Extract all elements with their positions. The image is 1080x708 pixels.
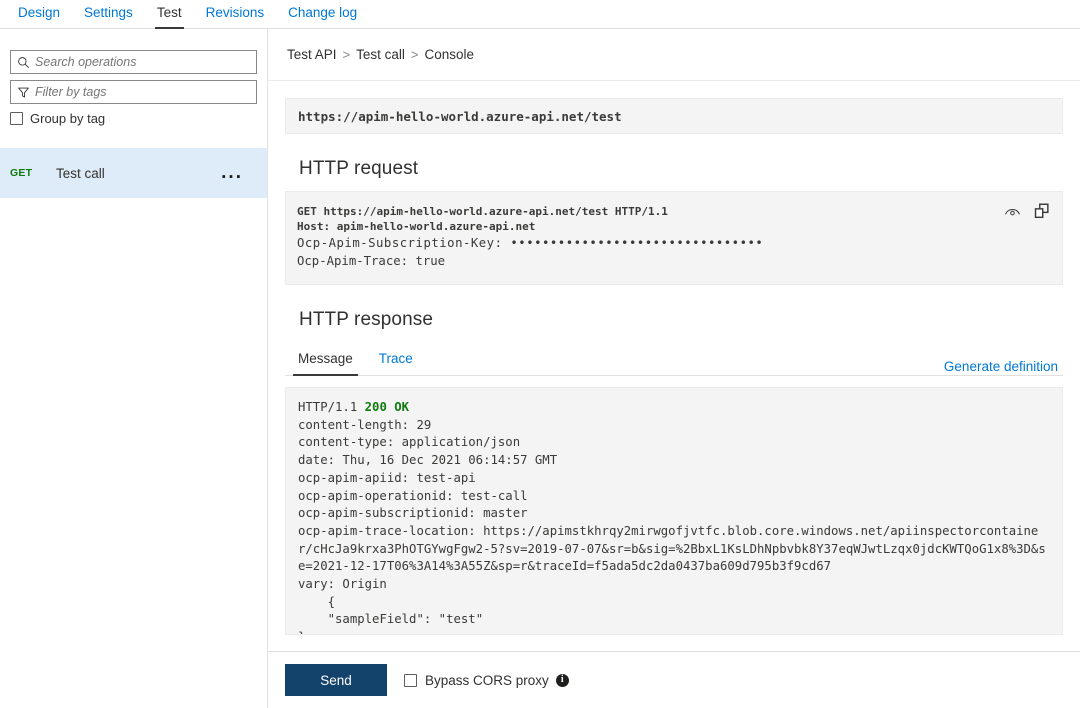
response-header-content-length: content-length: 29 xyxy=(298,417,432,432)
request-line-host: Host: apim-hello-world.azure-api.net xyxy=(297,220,536,233)
tab-design[interactable]: Design xyxy=(6,0,72,29)
operation-name: Test call xyxy=(56,165,105,181)
response-status-prefix: HTTP/1.1 xyxy=(298,400,365,414)
filter-by-tags-field[interactable] xyxy=(10,80,257,104)
group-by-tag-label: Group by tag xyxy=(30,111,106,126)
tab-trace[interactable]: Trace xyxy=(366,351,426,375)
breadcrumb: Test API > Test call > Console xyxy=(268,29,1080,81)
tab-change-log[interactable]: Change log xyxy=(276,0,369,29)
top-tabbar: Design Settings Test Revisions Change lo… xyxy=(0,0,1080,29)
checkbox-box[interactable] xyxy=(404,673,417,687)
operation-row-test-call[interactable]: GET Test call ... xyxy=(0,148,267,198)
tab-test[interactable]: Test xyxy=(145,0,194,29)
copy-icon[interactable] xyxy=(1033,202,1051,220)
console-panel: Test API > Test call > Console https://a… xyxy=(268,29,1080,708)
breadcrumb-separator: > xyxy=(410,47,419,62)
operation-method: GET xyxy=(10,167,33,179)
response-body-open-brace: { xyxy=(298,594,336,609)
http-response-heading: HTTP response xyxy=(299,309,434,330)
bypass-cors-proxy-label: Bypass CORS proxy xyxy=(425,672,549,688)
response-header-vary: vary: Origin xyxy=(298,577,387,592)
breadcrumb-item-console: Console xyxy=(424,47,475,62)
generate-definition-link[interactable]: Generate definition xyxy=(944,359,1058,374)
request-line-method: GET https://apim-hello-world.azure-api.n… xyxy=(297,205,668,218)
http-response-box: HTTP/1.1 200 OK content-length: 29 conte… xyxy=(285,387,1063,635)
request-url-text: https://apim-hello-world.azure-api.net/t… xyxy=(298,108,622,124)
console-footer: Send Bypass CORS proxy i xyxy=(268,651,1080,708)
filter-icon xyxy=(11,81,35,103)
response-body-field: "sampleField": "test" xyxy=(298,612,484,627)
breadcrumb-separator: > xyxy=(342,47,351,62)
tab-revisions[interactable]: Revisions xyxy=(194,0,277,29)
info-icon[interactable]: i xyxy=(555,673,569,687)
response-status-code: 200 OK xyxy=(364,400,410,414)
console-body: https://apim-hello-world.azure-api.net/t… xyxy=(268,81,1080,678)
response-status-line: HTTP/1.1 200 OK xyxy=(298,399,1050,417)
bypass-cors-proxy-checkbox[interactable]: Bypass CORS proxy i xyxy=(404,673,569,688)
operation-more-menu-icon[interactable]: ... xyxy=(221,163,243,182)
request-url-bar: https://apim-hello-world.azure-api.net/t… xyxy=(285,98,1063,134)
breadcrumb-item-test-api[interactable]: Test API xyxy=(287,47,337,62)
response-header-subscriptionid: ocp-apim-subscriptionid: master xyxy=(298,506,528,521)
operations-list: GET Test call ... xyxy=(0,148,267,198)
tab-message[interactable]: Message xyxy=(285,351,366,376)
request-line-trace: Ocp-Apim-Trace: true xyxy=(297,254,446,268)
search-input[interactable] xyxy=(35,55,256,69)
top-tabs: Design Settings Test Revisions Change lo… xyxy=(0,0,1080,29)
filter-input[interactable] xyxy=(35,85,256,99)
response-header-apiid: ocp-apim-apiid: test-api xyxy=(298,470,476,485)
checkbox-box[interactable] xyxy=(10,112,23,125)
api-management-test-console: Design Settings Test Revisions Change lo… xyxy=(0,0,1080,708)
request-line-subscription-key: Ocp-Apim-Subscription-Key: •••••••••••••… xyxy=(297,236,764,250)
response-header-operationid: ocp-apim-operationid: test-call xyxy=(298,488,528,503)
operations-sidebar: Group by tag GET Test call ... xyxy=(0,29,268,708)
response-header-content-type: content-type: application/json xyxy=(298,435,521,450)
search-icon xyxy=(11,51,35,73)
response-body-close-brace: } xyxy=(298,629,1050,634)
response-header-trace-location: ocp-apim-trace-location: https://apimstk… xyxy=(298,523,1046,574)
group-by-tag-checkbox[interactable]: Group by tag xyxy=(10,111,267,126)
breadcrumb-item-test-call[interactable]: Test call xyxy=(356,47,405,62)
request-actions xyxy=(1004,202,1051,220)
http-request-heading: HTTP request xyxy=(299,158,419,179)
response-header-date: date: Thu, 16 Dec 2021 06:14:57 GMT xyxy=(298,453,558,468)
response-tabs: Message Trace Generate definition xyxy=(285,342,1063,376)
eye-icon[interactable] xyxy=(1004,204,1021,218)
tab-settings[interactable]: Settings xyxy=(72,0,145,29)
http-request-box: GET https://apim-hello-world.azure-api.n… xyxy=(285,191,1063,285)
search-operations-field[interactable] xyxy=(10,50,257,74)
send-button[interactable]: Send xyxy=(285,664,387,696)
